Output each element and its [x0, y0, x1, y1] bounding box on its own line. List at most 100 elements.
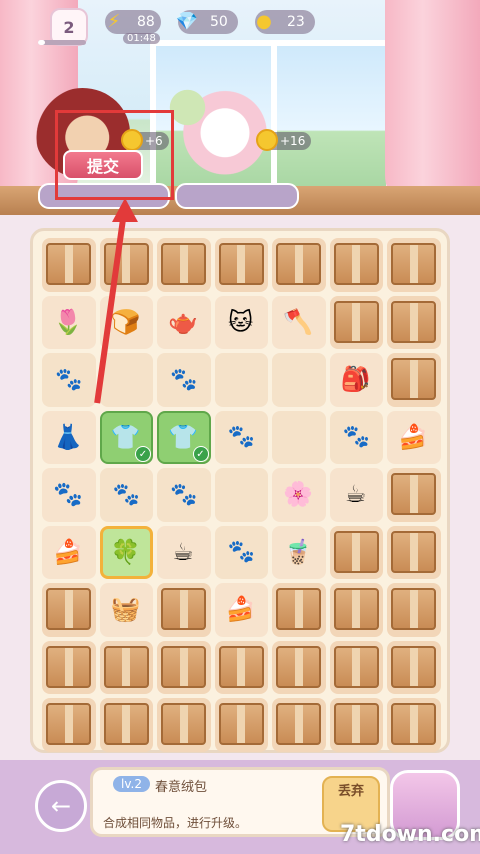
crate-icon: [333, 645, 379, 688]
crate-icon: [391, 473, 436, 515]
shovel-icon: 🪓: [283, 307, 313, 336]
grid-cell-cake2[interactable]: 🧋: [270, 524, 328, 582]
grid-cell-paw[interactable]: 🐾: [328, 409, 386, 467]
cake-icon: 🍰: [53, 537, 83, 566]
grid-cell-cake[interactable]: 🍰: [213, 581, 271, 639]
grid-cell-empty[interactable]: [270, 409, 328, 467]
top-bar: 2 ⚡ 88 01:48 💎 50 ● 23: [0, 0, 480, 50]
grid-cell-box[interactable]: [270, 639, 328, 697]
grid-cell-box[interactable]: [155, 581, 213, 639]
grid-cell-box[interactable]: [155, 639, 213, 697]
crate-icon: [391, 358, 436, 400]
grid-cell-box[interactable]: [270, 696, 328, 754]
crate-icon: [333, 300, 379, 343]
order-2-slot[interactable]: [175, 183, 299, 209]
grid-cell-box[interactable]: [40, 696, 98, 754]
grid-cell-box[interactable]: [328, 294, 386, 352]
grid-cell-empty[interactable]: [213, 351, 271, 409]
crate-icon: [333, 703, 379, 745]
crate-icon: [46, 645, 91, 688]
grid-cell-tulip[interactable]: 🌷: [40, 294, 98, 352]
grid-cell-empty[interactable]: [213, 466, 271, 524]
grid-cell-paw[interactable]: 🐾: [155, 351, 213, 409]
grid-cell-box[interactable]: [328, 696, 386, 754]
grid-cell-box[interactable]: [40, 236, 98, 294]
grid-cell-box[interactable]: [385, 581, 443, 639]
teacup-icon: ☕: [172, 537, 194, 566]
grid-cell-box[interactable]: [155, 696, 213, 754]
crate-icon: [218, 243, 264, 285]
grid-cell-box[interactable]: [385, 639, 443, 697]
grid-cell-paw[interactable]: 🐾: [213, 409, 271, 467]
item-name: 春意绒包: [155, 780, 208, 795]
grid-cell-box[interactable]: [155, 236, 213, 294]
watermark: 7tdown.com: [340, 822, 480, 847]
paw-icon: 🐾: [342, 424, 370, 450]
grid-cell-sack[interactable]: 🎒: [328, 351, 386, 409]
grid-cell-box[interactable]: [328, 639, 386, 697]
grid-cell-box[interactable]: [98, 696, 156, 754]
grid-cell-shovel[interactable]: 🪓: [270, 294, 328, 352]
grid-cell-dress[interactable]: 👗: [40, 409, 98, 467]
crate-icon: [276, 703, 321, 745]
grid-cell-box[interactable]: [328, 236, 386, 294]
grid-cell-empty[interactable]: [270, 351, 328, 409]
paw-icon: 🐾: [55, 367, 83, 393]
energy-counter[interactable]: ⚡ 88: [105, 10, 161, 34]
grid-cell-box[interactable]: [385, 466, 443, 524]
crate-icon: [161, 703, 206, 745]
merge-board: 🌷 🍞 🫖 🐱 🪓 🐾 🐾 🎒 👗 👕 ✓ 👕 ✓ 🐾 🐾 🍰 🐾 🐾 🐾 🌸 ☕ 🍰 🍀 ☕ 🐾 🧋 🧺 🍰: [30, 228, 450, 753]
paw-icon: 🐾: [227, 539, 255, 565]
grid-cell-box[interactable]: [213, 639, 271, 697]
grid-cell-shirt-sel[interactable]: 👕 ✓: [155, 409, 213, 467]
grid-cell-catbowl[interactable]: 🐾: [40, 466, 98, 524]
clover-hl-icon: 🍀: [110, 537, 141, 566]
crate-icon: [391, 243, 436, 285]
grid-cell-cake[interactable]: 🍰: [385, 409, 443, 467]
grid-cell-box[interactable]: [270, 236, 328, 294]
cat-icon: 🐱: [227, 307, 254, 336]
grid-cell-cat[interactable]: 🐱: [213, 294, 271, 352]
grid-cell-teacup[interactable]: ☕: [155, 524, 213, 582]
level-progress-bar: [38, 40, 86, 45]
grid-cell-cake[interactable]: 🍰: [40, 524, 98, 582]
crate-icon: [391, 703, 436, 745]
grid-cell-basket[interactable]: 🧺: [98, 581, 156, 639]
grid-cell-paw[interactable]: 🐾: [213, 524, 271, 582]
crate-icon: [391, 300, 436, 343]
grid-cell-box[interactable]: [385, 524, 443, 582]
grid-cell-paw[interactable]: 🐾: [98, 466, 156, 524]
grid-cell-box[interactable]: [270, 581, 328, 639]
teacup-icon: ☕: [344, 480, 367, 508]
crate-icon: [333, 588, 379, 630]
grid-cell-box[interactable]: [328, 524, 386, 582]
grid-cell-box[interactable]: [385, 696, 443, 754]
grid-cell-paw[interactable]: 🐾: [40, 351, 98, 409]
grid-cell-shirt-sel[interactable]: 👕 ✓: [98, 409, 156, 467]
grid-cell-clover-hl[interactable]: 🍀: [98, 524, 156, 582]
tulip-icon: 🌷: [53, 307, 83, 336]
grid-cell-box[interactable]: [213, 696, 271, 754]
grid-cell-box[interactable]: [40, 639, 98, 697]
crate-icon: [391, 530, 436, 573]
energy-timer: 01:48: [123, 33, 160, 44]
crate-icon: [103, 703, 149, 745]
grid-cell-paw[interactable]: 🐾: [155, 466, 213, 524]
grid-cell-box[interactable]: [328, 581, 386, 639]
grid-cell-flower-frame[interactable]: 🌸: [270, 466, 328, 524]
grid-cell-teacup[interactable]: ☕: [328, 466, 386, 524]
gem-counter[interactable]: 💎 50: [176, 10, 238, 34]
coin-counter[interactable]: ● 23: [255, 10, 315, 34]
grid-cell-box[interactable]: [40, 581, 98, 639]
grid-cell-box[interactable]: [385, 351, 443, 409]
crate-icon: [46, 588, 91, 630]
grid-cell-teapot[interactable]: 🫖: [155, 294, 213, 352]
grid-cell-box[interactable]: [385, 294, 443, 352]
grid-cell-box[interactable]: [98, 236, 156, 294]
grid-cell-box[interactable]: [98, 639, 156, 697]
grid-cell-box[interactable]: [213, 236, 271, 294]
tutorial-highlight-box: [55, 110, 174, 200]
grid-cell-box[interactable]: [385, 236, 443, 294]
back-button[interactable]: ←: [35, 780, 87, 832]
crate-icon: [103, 645, 149, 688]
